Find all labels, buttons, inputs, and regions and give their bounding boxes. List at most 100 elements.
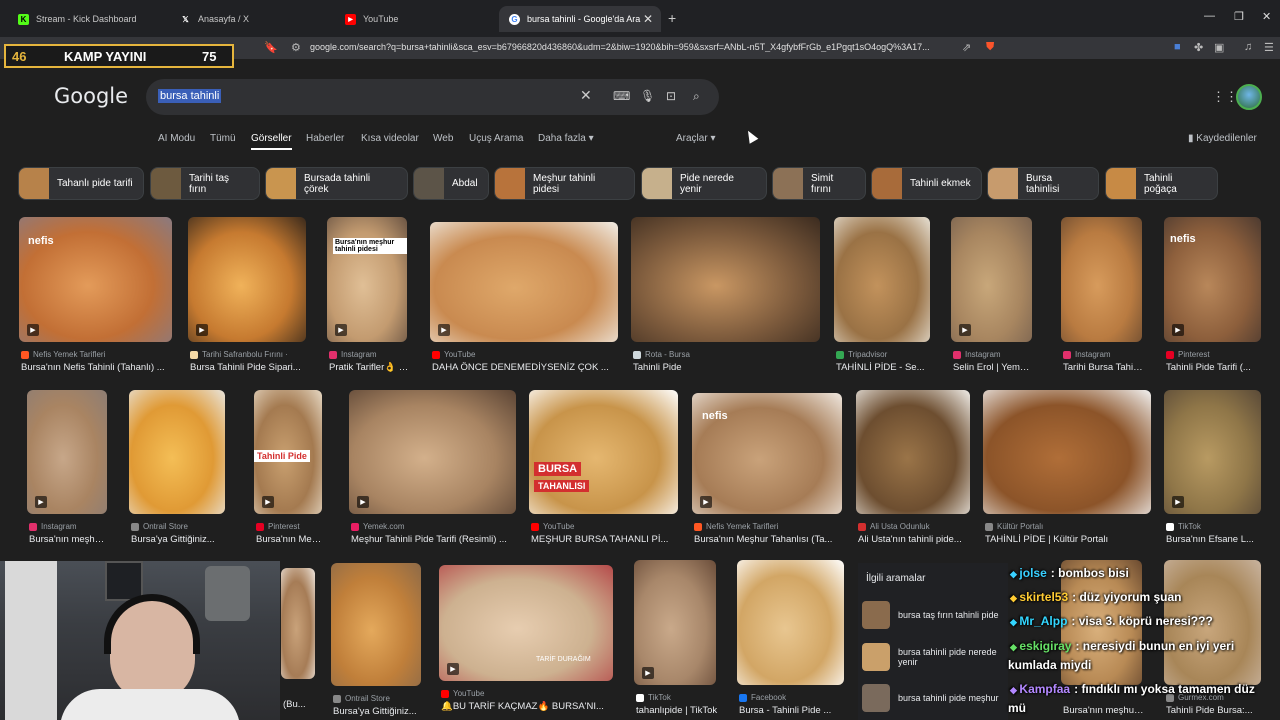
chip-tahinli-corek[interactable]: Bursada tahinli çörek bbox=[265, 167, 408, 200]
image-result[interactable]: Ali Usta Odunluk Ali Usta'nın tahinli pid… bbox=[856, 390, 970, 548]
result-title[interactable]: Bursa'nın meşhur t... bbox=[1063, 705, 1144, 716]
result-title[interactable]: (Bu... bbox=[283, 699, 317, 710]
result-title[interactable]: Bursa'nın Meşhur ... bbox=[256, 534, 324, 545]
result-title[interactable]: Pratik Tarifler👌 | B... bbox=[329, 362, 409, 373]
clear-icon[interactable]: ✕ bbox=[580, 87, 592, 104]
chat-username[interactable]: skirtel53 bbox=[1019, 590, 1068, 604]
puzzle-icon[interactable]: ✤ bbox=[1194, 41, 1203, 54]
result-thumbnail[interactable] bbox=[529, 390, 678, 514]
image-result[interactable]: Ontrail Store Bursa'ya Gittiğiniz... bbox=[331, 563, 421, 720]
chip-tahinli-ekmek[interactable]: Tahinli ekmek bbox=[871, 167, 982, 200]
result-thumbnail[interactable] bbox=[834, 217, 930, 342]
search-icon[interactable]: ⌕ bbox=[693, 89, 700, 104]
result-title[interactable]: MEŞHUR BURSA TAHANLI Pİ... bbox=[531, 534, 680, 545]
result-thumbnail[interactable] bbox=[331, 563, 421, 686]
chip-abdal[interactable]: Abdal bbox=[413, 167, 489, 200]
tab-web[interactable]: Web bbox=[433, 133, 453, 144]
google-logo[interactable]: Google bbox=[54, 84, 128, 108]
result-thumbnail[interactable]: ▶ bbox=[430, 222, 618, 342]
result-thumbnail[interactable]: ▶ bbox=[634, 560, 716, 685]
sidebar-icon[interactable]: ▣ bbox=[1214, 41, 1224, 54]
lens-icon[interactable]: ⊡ bbox=[666, 89, 676, 103]
tab-more[interactable]: Daha fazla ▾ bbox=[538, 133, 594, 144]
chat-username[interactable]: Kampfaa bbox=[1019, 682, 1070, 696]
result-thumbnail[interactable]: ▶ bbox=[439, 565, 613, 681]
result-title[interactable]: Bursa'nın Meşhur Tahanlısı (Ta... bbox=[694, 534, 844, 545]
result-title[interactable]: TAHİNLİ PİDE | Kültür Portalı bbox=[985, 534, 1153, 545]
site-settings-icon[interactable]: ⚙ bbox=[291, 41, 301, 54]
image-result[interactable]: Ontrail Store Bursa'ya Gittiğiniz... bbox=[129, 390, 225, 548]
result-title[interactable]: Tarihi Bursa Tahinli... bbox=[1063, 362, 1144, 373]
image-result[interactable]: ▶ TikTok Bursa'nın Efsane L... bbox=[1164, 390, 1261, 548]
media-icon[interactable]: ♫ bbox=[1244, 41, 1252, 53]
image-result[interactable]: ▶ Pinterest Bursa'nın Meşhur ... bbox=[254, 390, 324, 548]
result-title[interactable]: Bursa'nın Nefis Tahinli (Tahanlı) ... bbox=[21, 362, 174, 373]
tab-all[interactable]: Tümü bbox=[210, 133, 236, 144]
avatar[interactable] bbox=[1236, 84, 1262, 110]
result-title[interactable]: 🔔BU TARİF KAÇMAZ🔥 BURSA'NI... bbox=[441, 701, 615, 712]
image-result[interactable]: Rota - Bursa Tahinli Pide bbox=[631, 217, 820, 376]
image-result[interactable]: ▶ Instagram Selin Erol | Yemek ... bbox=[951, 217, 1034, 376]
related-item[interactable]: bursa tahinli pide nerede yenir bbox=[862, 642, 1008, 672]
result-thumbnail[interactable]: ▶ bbox=[1164, 390, 1261, 514]
image-result[interactable]: Facebook Bursa - Tahinli Pide ... bbox=[737, 560, 844, 719]
tab-short-videos[interactable]: Kısa videolar bbox=[361, 133, 419, 144]
result-title[interactable]: Tahinli Pide Bursa:... bbox=[1166, 705, 1263, 716]
result-title[interactable]: Bursa - Tahinli Pide ... bbox=[739, 705, 846, 716]
image-result[interactable]: ▶ YouTube DAHA ÖNCE DENEMEDİYSENİZ ÇOK ... bbox=[430, 222, 618, 376]
result-title[interactable]: Bursa'nın meşhur t... bbox=[29, 534, 109, 545]
menu-icon[interactable]: ☰ bbox=[1264, 41, 1274, 54]
restore-icon[interactable]: ❐ bbox=[1234, 10, 1244, 23]
image-result[interactable]: Kültür Portalı TAHİNLİ PİDE | Kültür Port… bbox=[983, 390, 1151, 548]
keyboard-icon[interactable]: ⌨ bbox=[613, 89, 630, 103]
chip-tas-firin[interactable]: Tarihi taş fırın bbox=[150, 167, 260, 200]
result-thumbnail[interactable]: ▶ bbox=[951, 217, 1032, 342]
result-thumbnail[interactable] bbox=[856, 390, 970, 514]
image-result[interactable]: (Bu... bbox=[281, 568, 315, 713]
tab-flights[interactable]: Uçuş Arama bbox=[469, 133, 523, 144]
result-thumbnail[interactable]: ▶ bbox=[188, 217, 306, 342]
tab-youtube[interactable]: ▶ YouTube bbox=[335, 6, 495, 32]
chat-username[interactable]: Mr_Alpp bbox=[1019, 614, 1067, 628]
saved-button[interactable]: ▮ Kaydedilenler bbox=[1188, 133, 1257, 144]
result-title[interactable]: Ali Usta'nın tahinli pide... bbox=[858, 534, 972, 545]
image-result[interactable]: Tripadvisor TAHİNLİ PİDE - Se... bbox=[834, 217, 930, 376]
result-title[interactable]: DAHA ÖNCE DENEMEDİYSENİZ ÇOK ... bbox=[432, 362, 620, 373]
tab-google-search[interactable]: G bursa tahinli - Google'da Ara ✕ bbox=[499, 6, 661, 32]
extension-icon[interactable]: ■ bbox=[1174, 41, 1181, 53]
new-tab-button[interactable]: + bbox=[668, 10, 676, 26]
mic-icon[interactable]: 🎙 bbox=[640, 89, 655, 103]
tab-kick-dashboard[interactable]: K Stream - Kick Dashboard bbox=[8, 6, 168, 32]
result-title[interactable]: Meşhur Tahinli Pide Tarifi (Resimli) ... bbox=[351, 534, 518, 545]
image-result[interactable]: ▶ Instagram Bursa'nın meşhur t... bbox=[27, 390, 109, 548]
related-item[interactable]: bursa tahinli pide meşhur bbox=[862, 683, 1008, 713]
image-result[interactable]: ▶ Yemek.com Meşhur Tahinli Pide Tarifi (Re… bbox=[349, 390, 516, 548]
result-title[interactable]: Bursa'ya Gittiğiniz... bbox=[333, 706, 423, 717]
result-title[interactable]: Tahinli Pide bbox=[633, 362, 822, 373]
tools-button[interactable]: Araçlar ▾ bbox=[676, 133, 715, 144]
tab-images[interactable]: Görseller bbox=[251, 133, 292, 150]
result-title[interactable]: Bursa Tahinli Pide Sipari... bbox=[190, 362, 308, 373]
result-thumbnail[interactable]: ▶ bbox=[327, 217, 407, 342]
result-thumbnail[interactable] bbox=[281, 568, 315, 679]
tab-news[interactable]: Haberler bbox=[306, 133, 344, 144]
chat-username[interactable]: eskigiray bbox=[1019, 639, 1071, 653]
result-thumbnail[interactable]: ▶ bbox=[27, 390, 107, 514]
result-thumbnail[interactable] bbox=[1061, 217, 1142, 342]
share-icon[interactable]: ⇗ bbox=[962, 41, 971, 54]
result-thumbnail[interactable] bbox=[983, 390, 1151, 514]
close-window-icon[interactable]: ✕ bbox=[1262, 10, 1271, 23]
close-tab-icon[interactable]: ✕ bbox=[643, 12, 653, 26]
result-title[interactable]: tahanlıpide | TikTok bbox=[636, 705, 718, 716]
image-result[interactable]: Instagram Tarihi Bursa Tahinli... bbox=[1061, 217, 1144, 376]
result-title[interactable]: Selin Erol | Yemek ... bbox=[953, 362, 1034, 373]
chip-pide-tarifi[interactable]: Tahanlı pide tarifi bbox=[18, 167, 144, 200]
search-box[interactable]: bursa tahinli ✕ ⌨ 🎙 ⊡ ⌕ bbox=[146, 79, 719, 115]
url-field[interactable]: google.com/search?q=bursa+tahinli&sca_es… bbox=[310, 42, 950, 52]
result-thumbnail[interactable]: ▶ bbox=[349, 390, 516, 514]
chip-nerede-yenir[interactable]: Pide nerede yenir bbox=[641, 167, 767, 200]
brave-shield-icon[interactable]: ⛊ bbox=[986, 41, 994, 54]
chip-simit-firini[interactable]: Simit fırını bbox=[772, 167, 866, 200]
related-item[interactable]: bursa taş fırın tahinli pide bbox=[862, 600, 1008, 630]
result-thumbnail[interactable] bbox=[631, 217, 820, 342]
